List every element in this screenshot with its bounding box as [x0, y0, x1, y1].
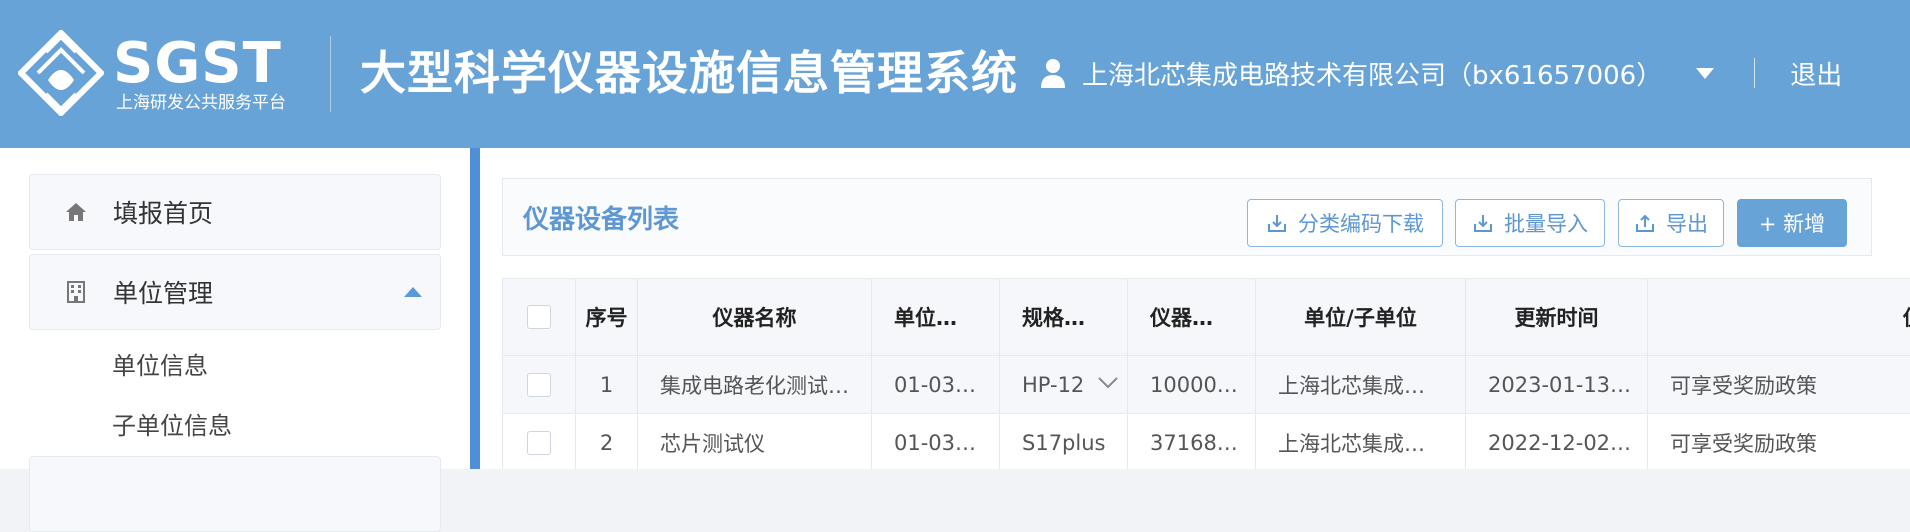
logout-button[interactable]: 退出 [1790, 55, 1842, 92]
column-header[interactable]: 序号 [576, 279, 638, 355]
column-header-label: 仪器 [1903, 302, 1910, 332]
user-icon [1041, 59, 1065, 88]
list-header: 仪器设备列表 分类编码下载 批量导入 导出 + 新增 [502, 178, 1872, 256]
row-number: 1 [576, 356, 638, 413]
spec-value: S17plus [1000, 414, 1128, 469]
batch-import-label: 批量导入 [1504, 212, 1588, 236]
column-header[interactable]: 仪器名称 [638, 279, 872, 355]
row-number: 2 [576, 414, 638, 469]
instrument-name: 集成电路老化测试… [638, 356, 872, 413]
download-codes-label: 分类编码下载 [1298, 212, 1424, 236]
updated-time: 2023-01-13… [1466, 356, 1648, 413]
table-header: 序号 仪器名称 单位… 规格… 仪器… 单位/子单位 更新时间 仪器 [503, 278, 1910, 356]
sidebar-item-next[interactable] [29, 456, 441, 532]
download-icon [1268, 215, 1286, 232]
select-all-checkbox[interactable] [527, 305, 551, 329]
table-row[interactable]: 2 芯片测试仪 01-03… S17plus 37168… 上海北芯集成… 20… [503, 414, 1910, 469]
sidebar-item-home[interactable]: 填报首页 [29, 174, 441, 250]
import-icon [1474, 215, 1492, 232]
user-area: 上海北芯集成电路技术有限公司（bx61657006） 退出 [1040, 52, 1842, 94]
policy: 可享受奖励政策 [1670, 373, 1817, 398]
column-header[interactable]: 单位/子单位 [1256, 279, 1466, 355]
column-header[interactable]: 更新时间 [1466, 279, 1648, 355]
building-icon [67, 281, 85, 303]
spec-cell: HP-12 [1000, 356, 1128, 413]
logo-subtitle: 上海研发公共服务平台 [116, 93, 286, 113]
sidebar-item-label: 填报首页 [113, 199, 214, 228]
header-separator [1754, 58, 1756, 88]
user-name[interactable]: 上海北芯集成电路技术有限公司（bx61657006） [1082, 55, 1662, 92]
column-header[interactable]: 仪器 [1648, 279, 1910, 355]
column-header[interactable]: 单位… [872, 279, 1000, 355]
header-divider [330, 36, 331, 112]
sidebar-item-label: 单位管理 [113, 279, 214, 308]
row-checkbox[interactable] [527, 430, 551, 455]
row-checkbox[interactable] [527, 372, 551, 397]
column-header[interactable]: 规格… [1000, 279, 1128, 355]
system-title: 大型科学仪器设施信息管理系统 [360, 46, 1018, 100]
instrument-name: 芯片测试仪 [638, 414, 872, 469]
sidebar-item-unit-management[interactable]: 单位管理 [29, 254, 441, 330]
home-icon [66, 203, 86, 221]
instrument-table: 序号 仪器名称 单位… 规格… 仪器… 单位/子单位 更新时间 仪器 1 集成电… [502, 278, 1910, 469]
updated-time: 2022-12-02… [1466, 414, 1648, 469]
column-header[interactable]: 仪器… [1128, 279, 1256, 355]
page-title: 仪器设备列表 [523, 205, 680, 235]
add-button[interactable]: + 新增 [1737, 199, 1847, 247]
row-select-cell [503, 356, 576, 413]
organization: 上海北芯集成… [1256, 414, 1466, 469]
instrument-code: 10000… [1128, 356, 1256, 413]
spec-value: HP-12 [1022, 372, 1085, 397]
unit-code: 01-03… [872, 356, 1000, 413]
sidebar-subitem-subunit-info[interactable]: 子单位信息 [112, 406, 232, 441]
instrument-code: 37168… [1128, 414, 1256, 469]
organization: 上海北芯集成… [1256, 356, 1466, 413]
chevron-down-icon[interactable] [1097, 376, 1119, 390]
batch-import-button[interactable]: 批量导入 [1455, 199, 1605, 247]
export-button[interactable]: 导出 [1618, 199, 1724, 247]
unit-code: 01-03… [872, 414, 1000, 469]
logo-mark-icon [18, 30, 104, 116]
collapse-caret-icon[interactable] [404, 287, 422, 297]
export-label: 导出 [1666, 212, 1708, 236]
sgst-logo[interactable]: SGST 上海研发公共服务平台 [18, 30, 288, 120]
download-codes-button[interactable]: 分类编码下载 [1247, 199, 1443, 247]
user-dropdown-caret-icon[interactable] [1696, 67, 1715, 79]
select-all-cell [503, 279, 576, 355]
top-header: SGST 上海研发公共服务平台 大型科学仪器设施信息管理系统 上海北芯集成电路技… [0, 0, 1910, 148]
export-icon [1636, 214, 1654, 232]
main-content: 仪器设备列表 分类编码下载 批量导入 导出 + 新增 序号 仪器名称 单位… 规… [480, 148, 1910, 469]
sidebar: 填报首页 单位管理 单位信息 子单位信息 [0, 148, 470, 532]
sidebar-subitem-unit-info[interactable]: 单位信息 [112, 346, 208, 381]
sidebar-scrollbar[interactable] [470, 148, 480, 469]
row-select-cell [503, 414, 576, 469]
logo-text: SGST [113, 31, 282, 96]
table-row[interactable]: 1 集成电路老化测试… 01-03… HP-12 10000… 上海北芯集成… … [503, 356, 1910, 414]
policy: 可享受奖励政策 [1670, 431, 1817, 456]
